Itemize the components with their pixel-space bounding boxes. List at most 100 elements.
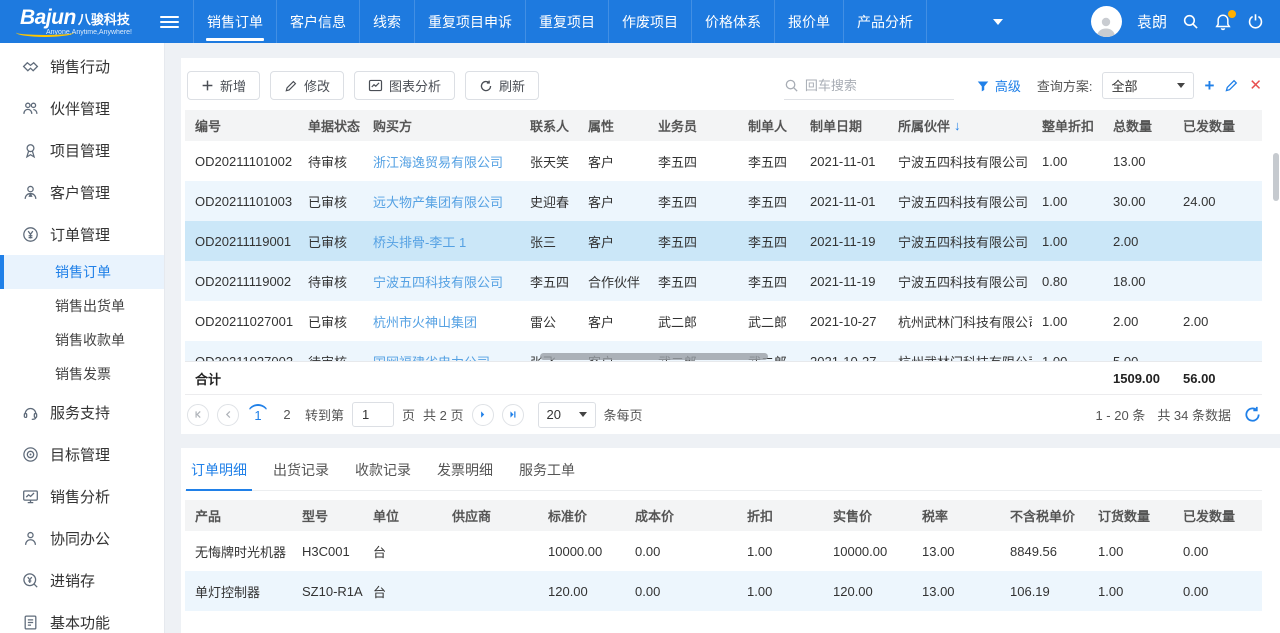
- sidebar-item-sales-shipments[interactable]: 销售出货单: [0, 289, 164, 323]
- nav-tab-customer-info[interactable]: 客户信息: [276, 0, 359, 43]
- page-number[interactable]: 2: [277, 407, 297, 422]
- col-header-standard-price[interactable]: 标准价: [538, 506, 625, 525]
- page-size-select[interactable]: 20: [538, 402, 596, 428]
- col-header-product[interactable]: 产品: [185, 506, 292, 525]
- col-header-supplier[interactable]: 供应商: [442, 506, 538, 525]
- sidebar-item-goal-management[interactable]: 目标管理: [0, 433, 164, 475]
- edit-button[interactable]: 修改: [270, 71, 344, 100]
- tab-service-tickets[interactable]: 服务工单: [519, 460, 575, 490]
- col-header-cost-price[interactable]: 成本价: [625, 506, 737, 525]
- nav-tab-duplicate-projects[interactable]: 重复项目: [525, 0, 608, 43]
- buyer-link[interactable]: 国网福建省电力公司: [363, 352, 520, 362]
- col-header-unit[interactable]: 单位: [363, 506, 442, 525]
- per-page-label: 条每页: [604, 405, 643, 424]
- col-header-actual-price[interactable]: 实售价: [823, 506, 912, 525]
- nav-tab-sales-orders[interactable]: 销售订单: [193, 0, 276, 43]
- sidebar-item-project-management[interactable]: 项目管理: [0, 129, 164, 171]
- last-page-button[interactable]: [502, 404, 524, 426]
- sidebar-item-sales-invoices[interactable]: 销售发票: [0, 357, 164, 391]
- sidebar-item-sales-analytics[interactable]: 销售分析: [0, 475, 164, 517]
- nav-tab-duplicate-appeal[interactable]: 重复项目申诉: [414, 0, 525, 43]
- nav-more-caret-icon[interactable]: [993, 19, 1003, 25]
- add-query-plan-icon[interactable]: +: [1204, 77, 1214, 94]
- prev-page-button[interactable]: [217, 404, 239, 426]
- target-icon: [22, 446, 39, 463]
- col-header-tax-rate[interactable]: 税率: [912, 506, 1000, 525]
- buyer-link[interactable]: 杭州市火神山集团: [363, 312, 520, 331]
- col-header-creator[interactable]: 制单人: [738, 116, 800, 135]
- sidebar-item-sales-actions[interactable]: 销售行动: [0, 45, 164, 87]
- order-row[interactable]: OD20211119002 待审核 宁波五四科技有限公司 李五四 合作伙伴 李五…: [185, 261, 1262, 301]
- col-header-partner[interactable]: 所属伙伴↓: [888, 116, 1032, 135]
- query-plan-select[interactable]: 全部: [1102, 72, 1194, 99]
- nav-tab-product-analysis[interactable]: 产品分析: [843, 0, 927, 43]
- first-page-button[interactable]: [187, 404, 209, 426]
- total-shipped: 56.00: [1173, 371, 1262, 386]
- col-header-total-qty[interactable]: 总数量: [1103, 116, 1173, 135]
- next-page-button[interactable]: [472, 404, 494, 426]
- sidebar-item-customer-management[interactable]: 客户管理: [0, 171, 164, 213]
- detail-row[interactable]: 无悔牌时光机器 H3C001 台 10000.00 0.00 1.00 1000…: [185, 531, 1262, 571]
- add-button[interactable]: 新增: [187, 71, 260, 100]
- total-quantity: 1509.00: [1103, 371, 1173, 386]
- col-header-price-ex-tax[interactable]: 不含税单价: [1000, 506, 1088, 525]
- sidebar-item-sales-receipts[interactable]: 销售收款单: [0, 323, 164, 357]
- buyer-link[interactable]: 宁波五四科技有限公司: [363, 272, 520, 291]
- page-number-current[interactable]: 1: [247, 404, 269, 426]
- col-header-shipped-qty[interactable]: 已发数量: [1173, 506, 1262, 525]
- search-input[interactable]: [805, 78, 943, 93]
- order-row[interactable]: OD20211101003 已审核 远大物产集团有限公司 史迎春 客户 李五四 …: [185, 181, 1262, 221]
- detail-row[interactable]: 单灯控制器 SZ10-R1A 台 120.00 0.00 1.00 120.00…: [185, 571, 1262, 611]
- tab-shipment-records[interactable]: 出货记录: [273, 460, 329, 490]
- refresh-list-icon[interactable]: [1243, 405, 1262, 424]
- username[interactable]: 袁朗: [1137, 11, 1167, 32]
- sidebar-item-collaboration[interactable]: 协同办公: [0, 517, 164, 559]
- search-icon[interactable]: [1182, 13, 1199, 30]
- order-row-selected[interactable]: OD20211119001 已审核 桥头排骨-李工 1 张三 客户 李五四 李五…: [185, 221, 1262, 261]
- col-header-discount[interactable]: 折扣: [737, 506, 823, 525]
- col-header-buyer[interactable]: 购买方: [363, 116, 520, 135]
- goto-page-input[interactable]: [352, 402, 394, 427]
- buyer-link[interactable]: 远大物产集团有限公司: [363, 192, 520, 211]
- col-header-model[interactable]: 型号: [292, 506, 363, 525]
- col-header-order-no[interactable]: 编号: [185, 116, 298, 135]
- tab-invoice-details[interactable]: 发票明细: [437, 460, 493, 490]
- sidebar-item-service-support[interactable]: 服务支持: [0, 391, 164, 433]
- advanced-filter[interactable]: 高级: [976, 76, 1021, 95]
- col-header-status[interactable]: 单据状态: [298, 116, 363, 135]
- nav-tab-voided-projects[interactable]: 作废项目: [608, 0, 691, 43]
- nav-tab-leads[interactable]: 线索: [359, 0, 414, 43]
- menu-toggle-icon[interactable]: [160, 16, 179, 28]
- tab-order-details[interactable]: 订单明细: [191, 460, 247, 490]
- sidebar-item-sales-orders[interactable]: 销售订单: [0, 255, 164, 289]
- nav-tab-price-system[interactable]: 价格体系: [691, 0, 774, 43]
- order-row[interactable]: OD20211027001 已审核 杭州市火神山集团 雷公 客户 武二郎 武二郎…: [185, 301, 1262, 341]
- order-row[interactable]: OD20211101002 待审核 浙江海逸贸易有限公司 张天笑 客户 李五四 …: [185, 141, 1262, 181]
- nav-tab-quotes[interactable]: 报价单: [774, 0, 843, 43]
- col-header-shipped-qty[interactable]: 已发数量: [1173, 116, 1262, 135]
- sidebar-item-order-management[interactable]: 订单管理: [0, 213, 164, 255]
- avatar[interactable]: [1091, 6, 1122, 37]
- power-logout-icon[interactable]: [1247, 13, 1264, 30]
- tab-payment-records[interactable]: 收款记录: [355, 460, 411, 490]
- delete-query-plan-icon[interactable]: ✕: [1249, 78, 1262, 93]
- brand-logo[interactable]: Bajun 八骏科技 Anyone,Anytime,Anywhere!: [0, 7, 150, 36]
- col-header-create-date[interactable]: 制单日期: [800, 116, 888, 135]
- refresh-button[interactable]: 刷新: [465, 71, 539, 100]
- chart-analysis-button[interactable]: 图表分析: [354, 71, 455, 100]
- horizontal-scrollbar-thumb[interactable]: [540, 353, 768, 360]
- vertical-scrollbar-thumb[interactable]: [1273, 153, 1279, 201]
- col-header-salesperson[interactable]: 业务员: [648, 116, 738, 135]
- sidebar-item-inventory[interactable]: 进销存: [0, 559, 164, 601]
- notifications-bell-icon[interactable]: [1214, 13, 1232, 31]
- edit-query-plan-icon[interactable]: [1224, 78, 1239, 93]
- sidebar-item-partner-management[interactable]: 伙伴管理: [0, 87, 164, 129]
- pagination-bar: 1 2 转到第 页 共 2 页 20 条每页: [185, 394, 1262, 434]
- col-header-contact[interactable]: 联系人: [520, 116, 578, 135]
- buyer-link[interactable]: 桥头排骨-李工 1: [363, 232, 520, 251]
- col-header-discount[interactable]: 整单折扣: [1032, 116, 1103, 135]
- col-header-attribute[interactable]: 属性: [578, 116, 648, 135]
- buyer-link[interactable]: 浙江海逸贸易有限公司: [363, 152, 520, 171]
- sidebar-item-basic-functions[interactable]: 基本功能: [0, 601, 164, 633]
- col-header-order-qty[interactable]: 订货数量: [1088, 506, 1173, 525]
